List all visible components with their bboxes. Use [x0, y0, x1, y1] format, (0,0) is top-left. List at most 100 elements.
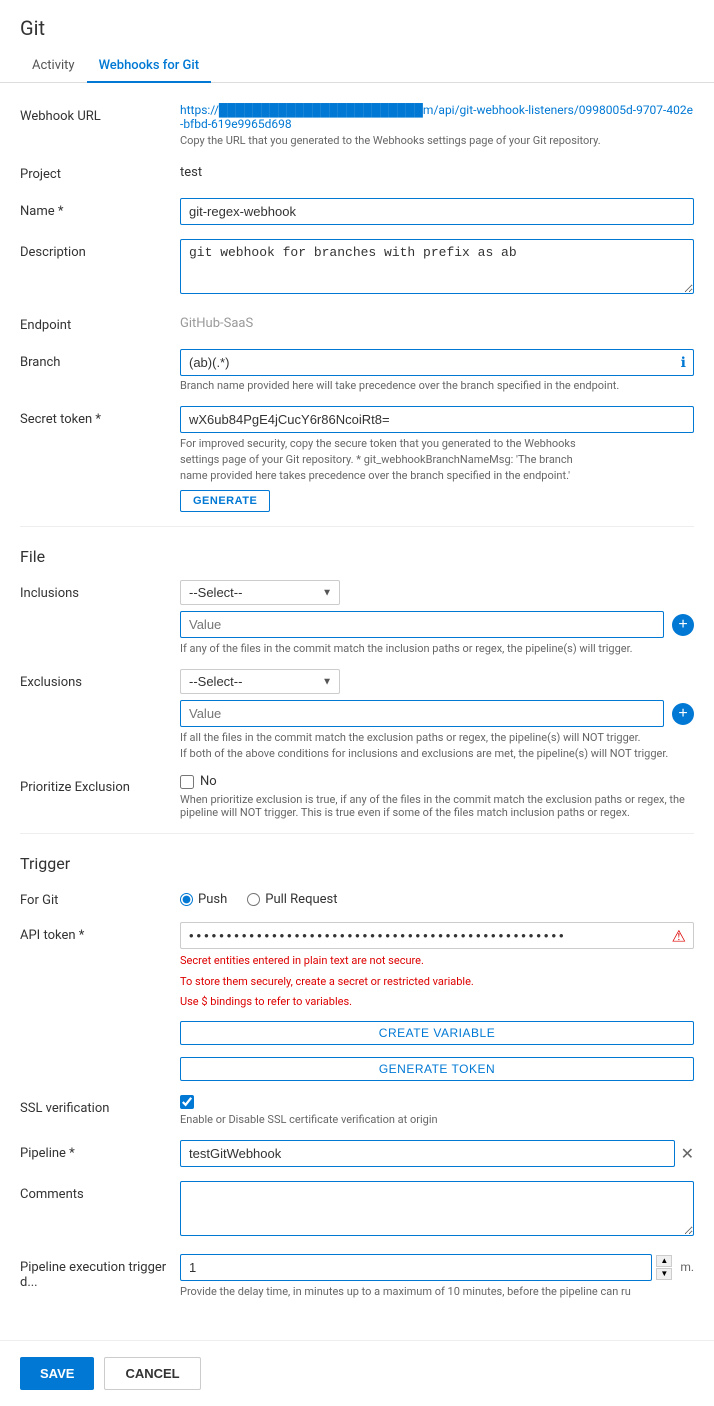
branch-label: Branch — [20, 349, 180, 370]
pull-request-radio-label[interactable]: Pull Request — [247, 892, 337, 907]
description-field: git webhook for branches with prefix as … — [180, 239, 694, 298]
project-label: Project — [20, 161, 180, 182]
inclusions-row: Inclusions --Select-- ▼ + If any of the … — [20, 580, 694, 655]
pipeline-delay-label: Pipeline execution trigger d... — [20, 1254, 180, 1290]
push-radio-label[interactable]: Push — [180, 892, 227, 907]
cancel-button[interactable]: CANCEL — [104, 1357, 200, 1390]
secret-token-label: Secret token * — [20, 406, 180, 427]
api-token-label: API token * — [20, 922, 180, 943]
secret-token-input[interactable] — [180, 406, 694, 433]
comments-field — [180, 1181, 694, 1240]
webhook-url-hint: Copy the URL that you generated to the W… — [180, 134, 694, 147]
api-token-warning-icon: ⚠ — [672, 926, 686, 945]
webhook-url-row: Webhook URL https://████████████████████… — [20, 103, 694, 147]
branch-hint: Branch name provided here will take prec… — [180, 379, 694, 392]
exclusions-hint1: If all the files in the commit match the… — [180, 731, 694, 744]
exclusions-row: Exclusions --Select-- ▼ + If all the fil… — [20, 669, 694, 760]
api-token-error3: Use $ bindings to refer to variables. — [180, 994, 694, 1011]
exclusions-select[interactable]: --Select-- — [180, 669, 340, 694]
pipeline-delay-row: Pipeline execution trigger d... ▲ ▼ m. P… — [20, 1254, 694, 1298]
tab-activity[interactable]: Activity — [20, 50, 87, 83]
pull-request-radio[interactable] — [247, 893, 260, 906]
prioritize-checkbox[interactable] — [180, 775, 194, 789]
secret-token-hint3: name provided here takes precedence over… — [180, 469, 694, 482]
branch-row: Branch ℹ Branch name provided here will … — [20, 349, 694, 392]
branch-info-icon[interactable]: ℹ — [681, 355, 686, 371]
api-token-field: ⚠ Secret entities entered in plain text … — [180, 922, 694, 1081]
name-row: Name * — [20, 198, 694, 225]
page-title: Git — [20, 16, 694, 40]
prioritize-hint: When prioritize exclusion is true, if an… — [180, 793, 694, 819]
endpoint-row: Endpoint GitHub-SaaS — [20, 312, 694, 335]
push-label: Push — [198, 892, 227, 907]
tabs-bar: Activity Webhooks for Git — [0, 50, 714, 83]
generate-token-button[interactable]: GENERATE TOKEN — [180, 1057, 694, 1081]
ssl-row: SSL verification Enable or Disable SSL c… — [20, 1095, 694, 1126]
for-git-field: Push Pull Request — [180, 887, 694, 907]
endpoint-field: GitHub-SaaS — [180, 312, 694, 335]
webhook-url-value: https://████████████████████████m/api/gi… — [180, 103, 694, 131]
comments-input[interactable] — [180, 1181, 694, 1236]
for-git-label: For Git — [20, 887, 180, 908]
spinner-input-row: ▲ ▼ m. — [180, 1254, 694, 1281]
description-input[interactable]: git webhook for branches with prefix as … — [180, 239, 694, 294]
inclusions-select[interactable]: --Select-- — [180, 580, 340, 605]
pipeline-delay-unit: m. — [680, 1260, 694, 1274]
footer-actions: SAVE CANCEL — [0, 1340, 714, 1406]
prioritize-checkbox-row: No — [180, 774, 694, 789]
comments-row: Comments — [20, 1181, 694, 1240]
api-token-error2: To store them securely, create a secret … — [180, 974, 694, 991]
form-content: Webhook URL https://████████████████████… — [0, 83, 714, 1332]
pipeline-input-row: ✕ — [180, 1140, 694, 1167]
ssl-label: SSL verification — [20, 1095, 180, 1116]
spinner-down-button[interactable]: ▼ — [656, 1268, 672, 1280]
inclusions-add-button[interactable]: + — [672, 614, 694, 636]
trigger-divider — [20, 833, 694, 834]
endpoint-label: Endpoint — [20, 312, 180, 333]
exclusions-hint2: If both of the above conditions for incl… — [180, 747, 694, 760]
pipeline-delay-input[interactable] — [180, 1254, 652, 1281]
secret-token-hint2: settings page of your Git repository. * … — [180, 453, 694, 466]
create-variable-button[interactable]: CREATE VARIABLE — [180, 1021, 694, 1045]
inclusions-field: --Select-- ▼ + If any of the files in th… — [180, 580, 694, 655]
pipeline-input[interactable] — [180, 1140, 675, 1167]
inclusions-label: Inclusions — [20, 580, 180, 601]
prioritize-field: No When prioritize exclusion is true, if… — [180, 774, 694, 819]
trigger-section-title: Trigger — [20, 848, 694, 873]
file-divider — [20, 526, 694, 527]
spinner-controls: ▲ ▼ — [656, 1255, 672, 1280]
api-token-buttons: CREATE VARIABLE GENERATE TOKEN — [180, 1015, 694, 1081]
pipeline-label: Pipeline * — [20, 1140, 180, 1161]
description-row: Description git webhook for branches wit… — [20, 239, 694, 298]
exclusions-select-wrapper: --Select-- ▼ — [180, 669, 340, 694]
save-button[interactable]: SAVE — [20, 1357, 94, 1390]
pipeline-delay-field: ▲ ▼ m. Provide the delay time, in minute… — [180, 1254, 694, 1298]
pipeline-clear-icon[interactable]: ✕ — [681, 1144, 694, 1163]
spinner-up-button[interactable]: ▲ — [656, 1255, 672, 1267]
api-token-input[interactable] — [180, 922, 694, 949]
inclusions-value-input[interactable] — [180, 611, 664, 638]
secret-token-field: For improved security, copy the secure t… — [180, 406, 694, 512]
branch-input[interactable] — [180, 349, 694, 376]
exclusions-value-input[interactable] — [180, 700, 664, 727]
push-radio[interactable] — [180, 893, 193, 906]
pull-request-label: Pull Request — [265, 892, 337, 907]
page-header: Git — [0, 0, 714, 40]
name-input[interactable] — [180, 198, 694, 225]
inclusions-value-row: + — [180, 611, 694, 638]
prioritize-row: Prioritize Exclusion No When prioritize … — [20, 774, 694, 819]
exclusions-add-button[interactable]: + — [672, 703, 694, 725]
branch-field: ℹ Branch name provided here will take pr… — [180, 349, 694, 392]
api-token-row: API token * ⚠ Secret entities entered in… — [20, 922, 694, 1081]
exclusions-value-row: + — [180, 700, 694, 727]
webhook-url-label: Webhook URL — [20, 103, 180, 124]
ssl-checkbox[interactable] — [180, 1095, 194, 1109]
prioritize-checkbox-label: No — [200, 774, 217, 789]
name-label: Name * — [20, 198, 180, 219]
tab-webhooks[interactable]: Webhooks for Git — [87, 50, 211, 83]
ssl-field: Enable or Disable SSL certificate verifi… — [180, 1095, 694, 1126]
generate-secret-button[interactable]: GENERATE — [180, 490, 270, 512]
description-label: Description — [20, 239, 180, 260]
ssl-checkbox-row — [180, 1095, 694, 1109]
pipeline-delay-hint: Provide the delay time, in minutes up to… — [180, 1285, 694, 1298]
